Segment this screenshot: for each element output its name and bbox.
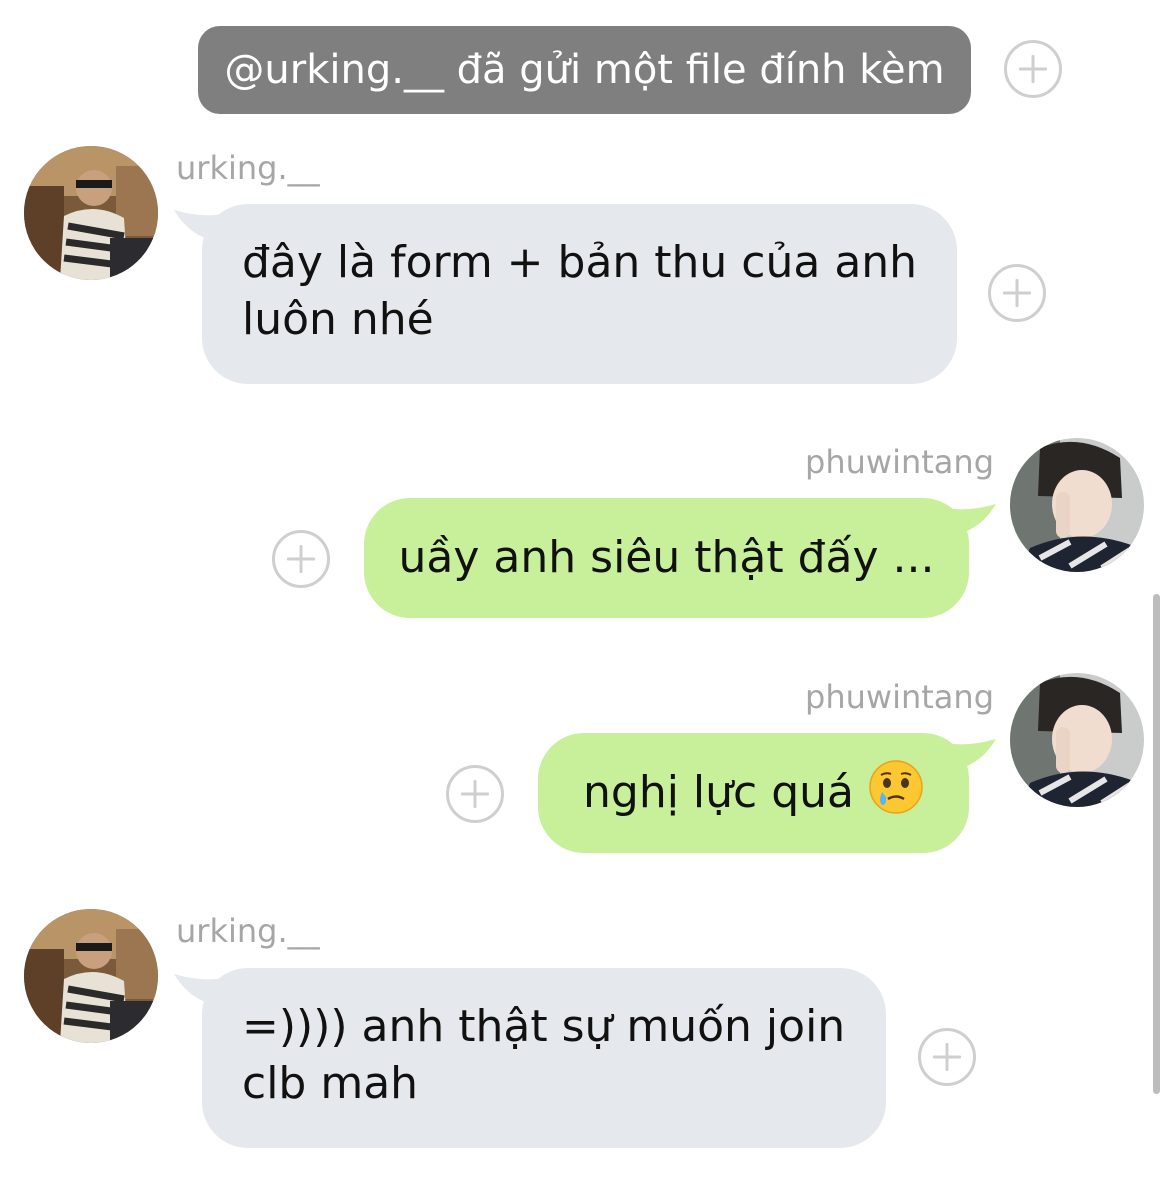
message-text: nghị lực quá: [583, 767, 854, 818]
message-text-line: luôn nhé: [242, 294, 434, 345]
scrollbar[interactable]: [1153, 594, 1160, 1094]
sender-name: phuwintang: [805, 678, 994, 716]
add-reaction-button[interactable]: [446, 765, 504, 823]
avatar-urking[interactable]: [24, 146, 158, 280]
message-bubble-incoming[interactable]: =)))) anh thật sự muốn join clb mah: [202, 968, 886, 1148]
add-reaction-button[interactable]: [988, 264, 1046, 322]
add-reaction-button[interactable]: [1004, 40, 1062, 98]
message-text: uầy anh siêu thật đấy ...: [398, 532, 935, 583]
avatar-phuwintang[interactable]: [1010, 438, 1144, 572]
avatar-urking[interactable]: [24, 909, 158, 1043]
sender-name: urking.__: [176, 149, 320, 187]
message-text-line: clb mah: [242, 1058, 419, 1109]
message-text-line: =)))) anh thật sự muốn join: [242, 1001, 846, 1052]
sender-name: urking.__: [176, 912, 320, 950]
add-reaction-button[interactable]: [272, 530, 330, 588]
face-holding-back-tears-icon: [869, 760, 923, 814]
message-bubble-outgoing[interactable]: uầy anh siêu thật đấy ...: [364, 498, 969, 618]
add-reaction-button[interactable]: [918, 1028, 976, 1086]
message-bubble-incoming[interactable]: đây là form + bản thu của anh luôn nhé: [202, 204, 957, 384]
message-text-line: đây là form + bản thu của anh: [242, 237, 918, 288]
message-bubble-outgoing[interactable]: nghị lực quá: [538, 733, 969, 853]
attachment-notice: @urking.__ đã gửi một file đính kèm: [198, 26, 971, 114]
sender-name: phuwintang: [805, 443, 994, 481]
avatar-phuwintang[interactable]: [1010, 673, 1144, 807]
